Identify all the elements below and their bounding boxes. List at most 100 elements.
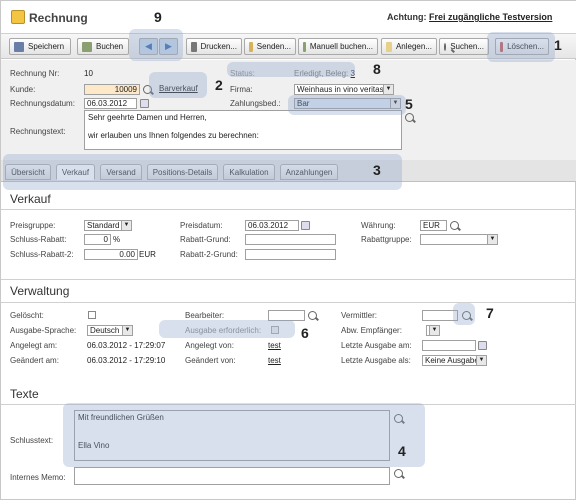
book-icon: [82, 41, 92, 52]
annotation-6: 6: [301, 325, 309, 341]
highlight-nav: [129, 29, 183, 61]
annotation-2: 2: [215, 77, 223, 93]
send-icon: [249, 41, 253, 52]
bearbeiter-label: Bearbeiter:: [185, 311, 225, 320]
rechnungsdatum-input[interactable]: 06.03.2012: [84, 98, 137, 109]
rechnung-nr-value: 10: [84, 69, 93, 78]
schluss-rabatt2-input[interactable]: 0.00: [84, 249, 138, 260]
letzte-ausgabe-als-select[interactable]: Keine Ausgabe ▼: [422, 355, 487, 366]
letzte-ausgabe-als-label: Letzte Ausgabe als:: [341, 356, 411, 365]
chevron-down-icon: ▼: [383, 85, 393, 94]
geaendert-von-label: Geändert von:: [185, 356, 236, 365]
waehrung-label: Währung:: [361, 221, 396, 230]
annotation-5: 5: [405, 96, 413, 112]
rabattgruppe-label: Rabattgruppe:: [361, 235, 412, 244]
schluss-rabatt2-unit: EUR: [139, 250, 156, 259]
highlight-schlusstext: [63, 403, 425, 467]
schluss-rabatt-unit: %: [113, 235, 121, 244]
highlight-vermittler: [453, 303, 475, 325]
chevron-down-icon: ▼: [429, 326, 439, 335]
divider: [1, 209, 576, 210]
bearbeiter-search-icon[interactable]: [308, 311, 317, 320]
trial-warning: Achtung: Frei zugängliche Testversion: [387, 12, 553, 22]
print-button[interactable]: Drucken...: [186, 38, 242, 55]
preisgruppe-select[interactable]: Standard ▼: [84, 220, 132, 231]
highlight-tabs: [3, 154, 402, 190]
annotation-3: 3: [373, 162, 381, 178]
header: Rechnung Achtung: Frei zugängliche Testv…: [1, 1, 576, 33]
geaendert-am-value: 06.03.2012 - 17:29:10: [87, 356, 166, 365]
search-button[interactable]: Suchen...: [439, 38, 489, 55]
calendar-icon[interactable]: [478, 341, 487, 350]
save-icon: [14, 41, 24, 52]
attach-icon: [386, 41, 392, 52]
chevron-down-icon: ▼: [121, 221, 131, 230]
invoice-window: Rechnung Achtung: Frei zugängliche Testv…: [0, 0, 576, 500]
memo-label: Internes Memo:: [10, 473, 66, 482]
rabatt-grund-input[interactable]: [245, 234, 336, 245]
search-icon: [444, 42, 447, 51]
text-search-icon[interactable]: [405, 113, 414, 122]
calendar-icon[interactable]: [301, 221, 310, 230]
highlight-delete: [487, 32, 555, 62]
attach-button[interactable]: Anlegen...: [381, 38, 437, 55]
kunde-input[interactable]: 10009: [84, 84, 140, 95]
highlight-zahlung: [288, 95, 406, 115]
invoice-icon: [11, 10, 25, 24]
preisdatum-input[interactable]: 06.03.2012: [245, 220, 299, 231]
highlight-ausgabe: [159, 320, 295, 338]
schluss-rabatt-input[interactable]: 0: [84, 234, 111, 245]
memo-search-icon[interactable]: [394, 469, 403, 478]
abw-empfaenger-label: Abw. Empfänger:: [341, 326, 402, 335]
letzte-ausgabe-label: Letzte Ausgabe am:: [341, 341, 412, 350]
calendar-icon[interactable]: [140, 99, 149, 108]
rabatt2-grund-label: Rabatt-2-Grund:: [180, 250, 238, 259]
abw-empfaenger-select[interactable]: ▼: [426, 325, 440, 336]
geaendert-am-label: Geändert am:: [10, 356, 59, 365]
memo-textarea[interactable]: [74, 467, 390, 485]
annotation-9: 9: [154, 9, 162, 25]
highlight-kunde: [149, 72, 207, 98]
ausgabe-sprache-select[interactable]: Deutsch ▼: [87, 325, 133, 336]
page-title: Rechnung: [29, 11, 88, 25]
vermittler-label: Vermittler:: [341, 311, 378, 320]
rechnungstext-textarea[interactable]: Sehr geehrte Damen und Herren, wir erlau…: [84, 110, 402, 150]
geaendert-von-link[interactable]: test: [268, 356, 281, 365]
save-button[interactable]: Speichern: [9, 38, 71, 55]
verwaltung-heading: Verwaltung: [10, 284, 70, 298]
preisgruppe-label: Preisgruppe:: [10, 221, 56, 230]
angelegt-von-link[interactable]: test: [268, 341, 281, 350]
angelegt-von-label: Angelegt von:: [185, 341, 234, 350]
rabatt-grund-label: Rabatt-Grund:: [180, 235, 231, 244]
angelegt-am-value: 06.03.2012 - 17:29:07: [87, 341, 166, 350]
zahlung-label: Zahlungsbed.:: [230, 99, 281, 108]
trial-link[interactable]: Frei zugängliche Testversion: [429, 12, 552, 22]
annotation-8: 8: [373, 61, 381, 77]
rechnung-nr-label: Rechnung Nr:: [10, 69, 60, 78]
rabattgruppe-select[interactable]: ▼: [420, 234, 498, 245]
angelegt-am-label: Angelegt am:: [10, 341, 58, 350]
kunde-label: Kunde:: [10, 85, 36, 94]
chevron-down-icon: ▼: [122, 326, 132, 335]
schlusstext-label: Schlusstext:: [10, 436, 54, 445]
geloescht-label: Gelöscht:: [10, 311, 44, 320]
firma-label: Firma:: [230, 85, 253, 94]
firma-select[interactable]: Weinhaus in vino veritas ▼: [294, 84, 394, 95]
book-button[interactable]: Buchen: [77, 38, 129, 55]
ausgabe-sprache-label: Ausgabe-Sprache:: [10, 326, 77, 335]
letzte-ausgabe-input[interactable]: [422, 340, 476, 351]
rechnungstext-label: Rechnungstext:: [10, 127, 66, 136]
highlight-status: [227, 62, 355, 77]
rabatt2-grund-input[interactable]: [245, 249, 336, 260]
texte-heading: Texte: [10, 387, 39, 401]
annotation-7: 7: [486, 305, 494, 321]
waehrung-input[interactable]: EUR: [420, 220, 447, 231]
send-button[interactable]: Senden...: [244, 38, 296, 55]
verkauf-section: Verkauf Preisgruppe: Standard ▼ Schluss-R…: [1, 183, 576, 279]
geloescht-checkbox[interactable]: [88, 311, 96, 319]
manual-book-icon: [303, 41, 306, 52]
rechnungsdatum-label: Rechnungsdatum:: [10, 99, 75, 108]
waehrung-search-icon[interactable]: [450, 221, 459, 230]
manual-book-button[interactable]: Manuell buchen...: [298, 38, 378, 55]
print-icon: [191, 41, 197, 52]
